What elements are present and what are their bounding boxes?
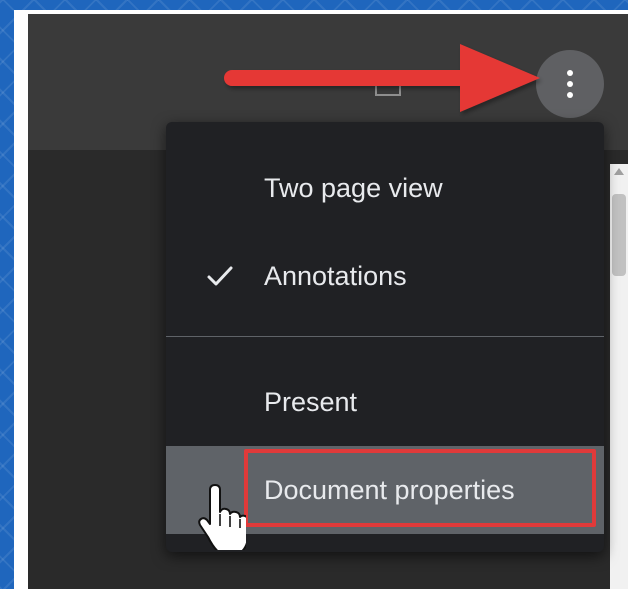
menu-item-label: Two page view xyxy=(264,172,443,203)
menu-item-label: Present xyxy=(264,386,358,417)
menu-divider xyxy=(166,336,604,337)
menu-item-annotations[interactable]: Annotations xyxy=(166,232,604,320)
more-vertical-icon xyxy=(567,70,573,98)
hand-pointer-icon xyxy=(198,484,246,550)
scrollbar-thumb[interactable] xyxy=(612,194,626,276)
annotation-arrow-icon xyxy=(224,44,540,112)
menu-item-label: Annotations xyxy=(264,260,407,291)
scroll-up-arrow-icon[interactable] xyxy=(614,168,624,175)
menu-item-present[interactable]: Present xyxy=(166,358,604,446)
annotation-highlight-box xyxy=(244,449,596,527)
menu-item-two-page-view[interactable]: Two page view xyxy=(166,144,604,232)
checkmark-icon xyxy=(207,266,233,286)
